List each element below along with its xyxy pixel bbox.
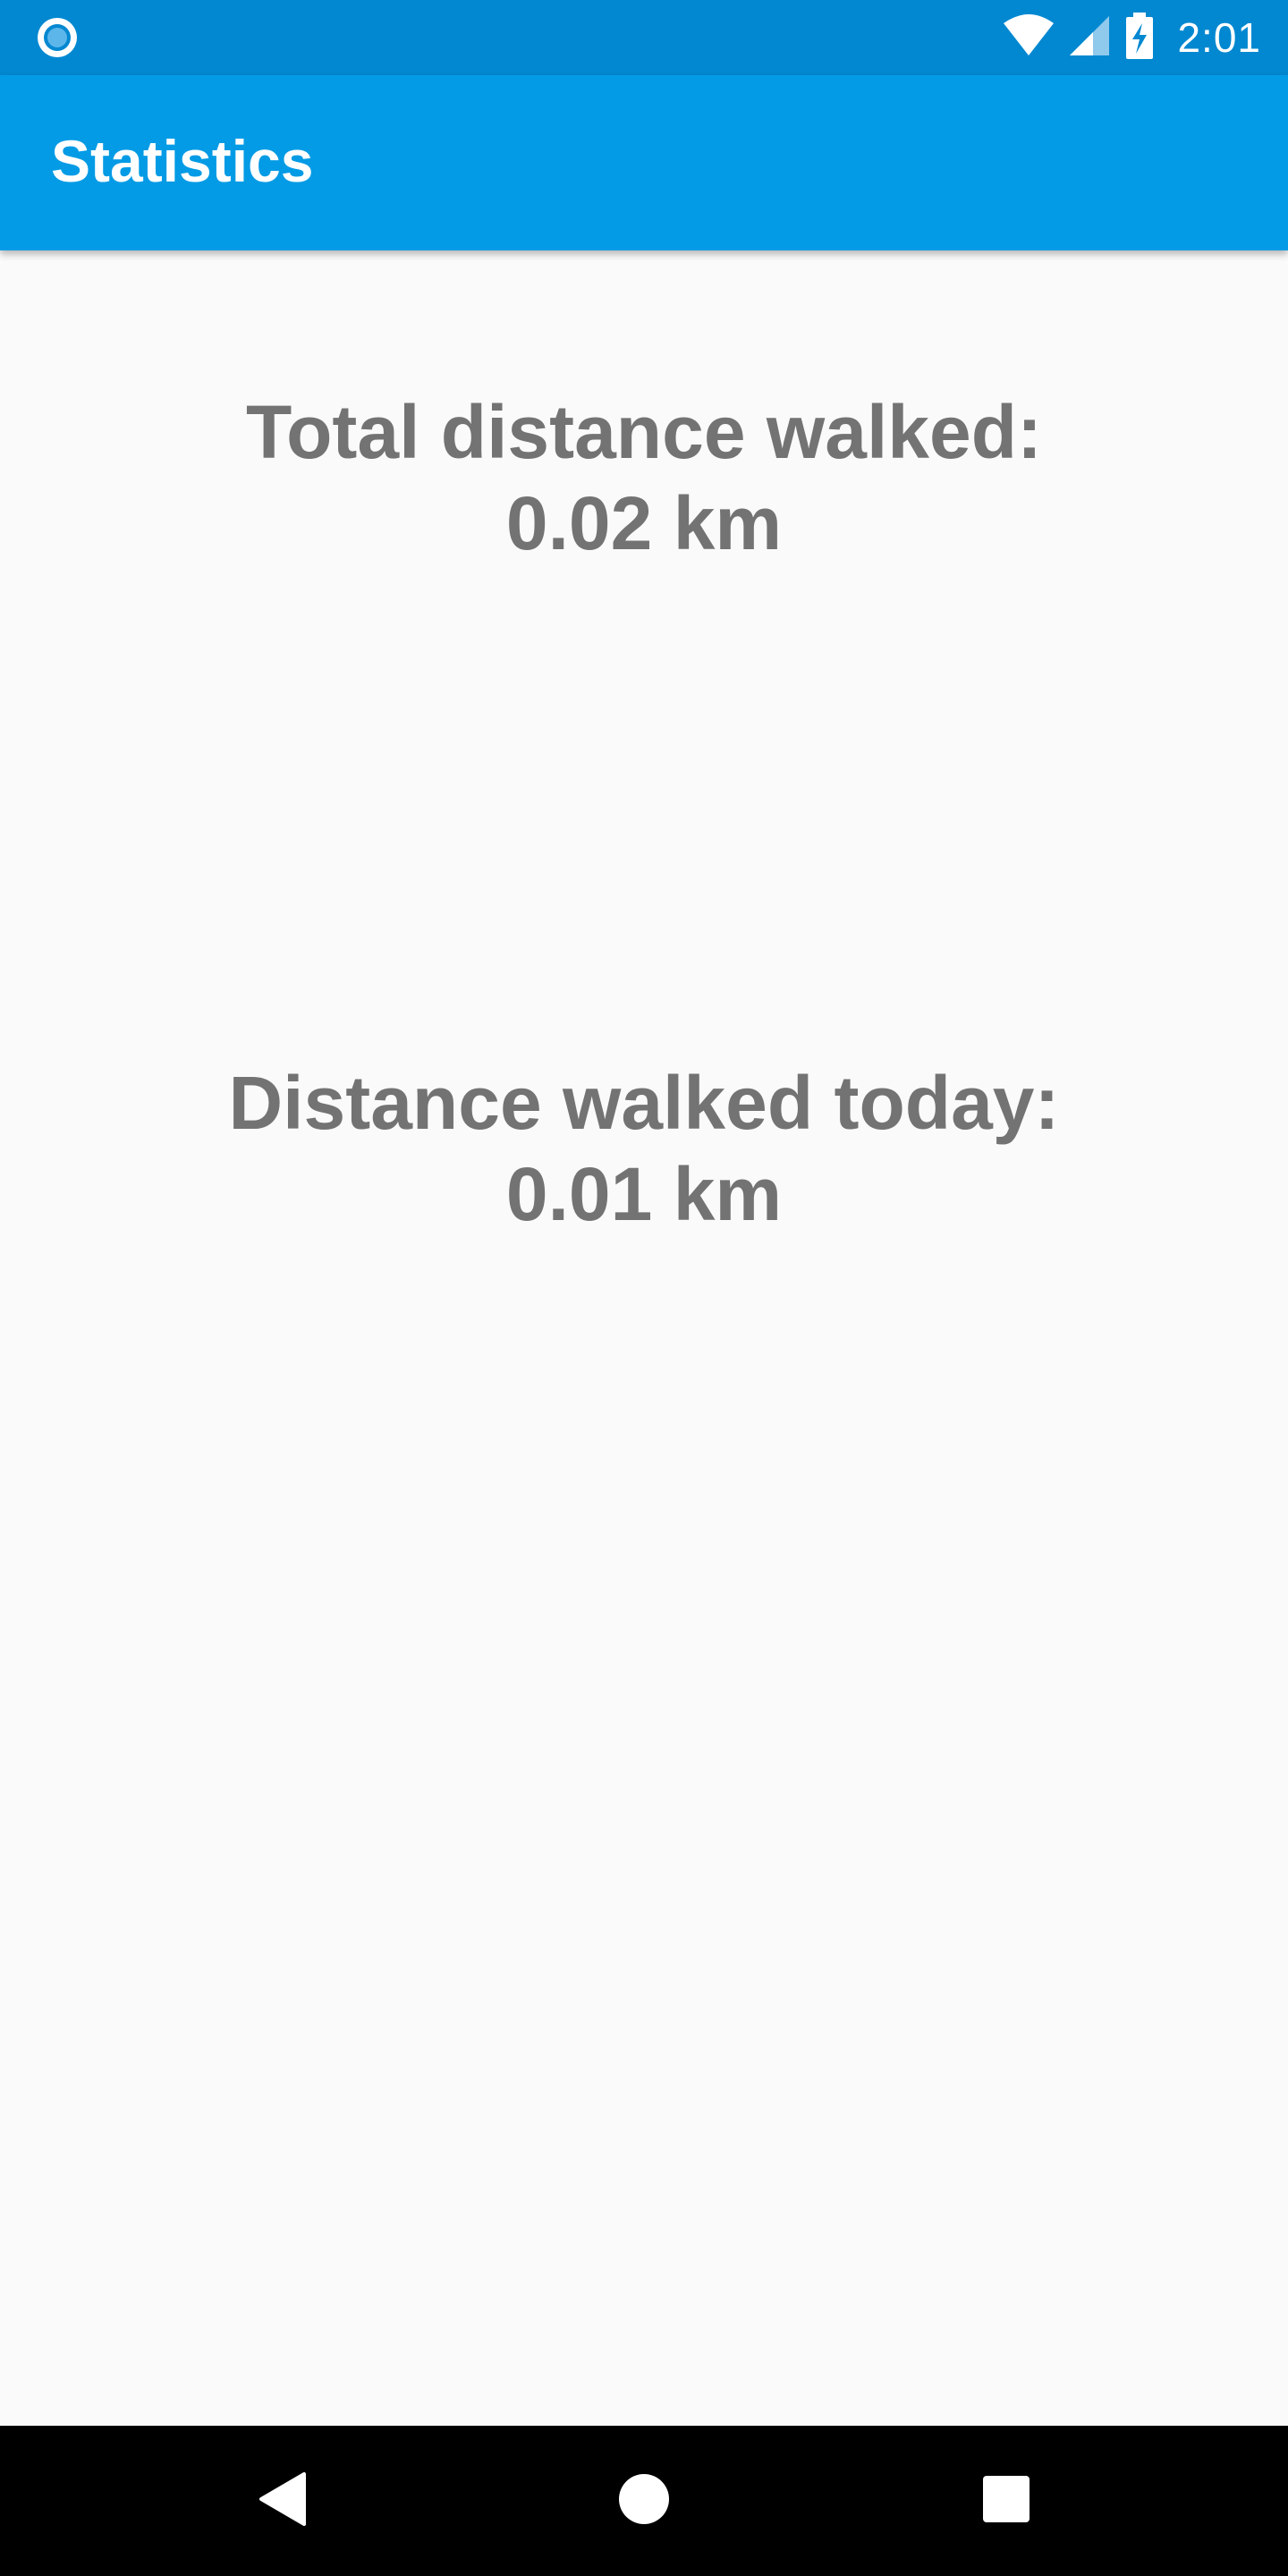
status-time: 2:01 xyxy=(1177,14,1261,61)
navigation-bar xyxy=(0,2426,1288,2576)
status-icons: 2:01 xyxy=(1002,0,1261,75)
home-button[interactable] xyxy=(608,2465,680,2537)
recents-button[interactable] xyxy=(970,2465,1042,2537)
page-title: Statistics xyxy=(51,128,314,194)
wifi-icon xyxy=(1002,13,1055,64)
status-bar: 2:01 xyxy=(0,0,1288,75)
total-distance-value: 0.02 km xyxy=(505,481,783,565)
back-button[interactable] xyxy=(247,2465,318,2537)
today-distance-value: 0.01 km xyxy=(505,1152,783,1236)
total-distance-stat: Total distance walked: 0.02 km xyxy=(0,386,1288,569)
recents-square-icon xyxy=(981,2474,1031,2529)
app-bar: Statistics xyxy=(0,75,1288,250)
record-icon xyxy=(34,14,80,61)
battery-charging-icon xyxy=(1123,11,1156,65)
back-triangle-icon xyxy=(256,2470,309,2532)
total-distance-label: Total distance walked: xyxy=(246,390,1042,474)
today-distance-label: Distance walked today: xyxy=(228,1061,1060,1145)
statistics-screen: 2:01 Statistics Total distance walked: 0… xyxy=(0,0,1288,2576)
home-circle-icon xyxy=(617,2472,671,2530)
today-distance-stat: Distance walked today: 0.01 km xyxy=(0,1057,1288,1240)
cell-signal-icon xyxy=(1066,13,1113,64)
